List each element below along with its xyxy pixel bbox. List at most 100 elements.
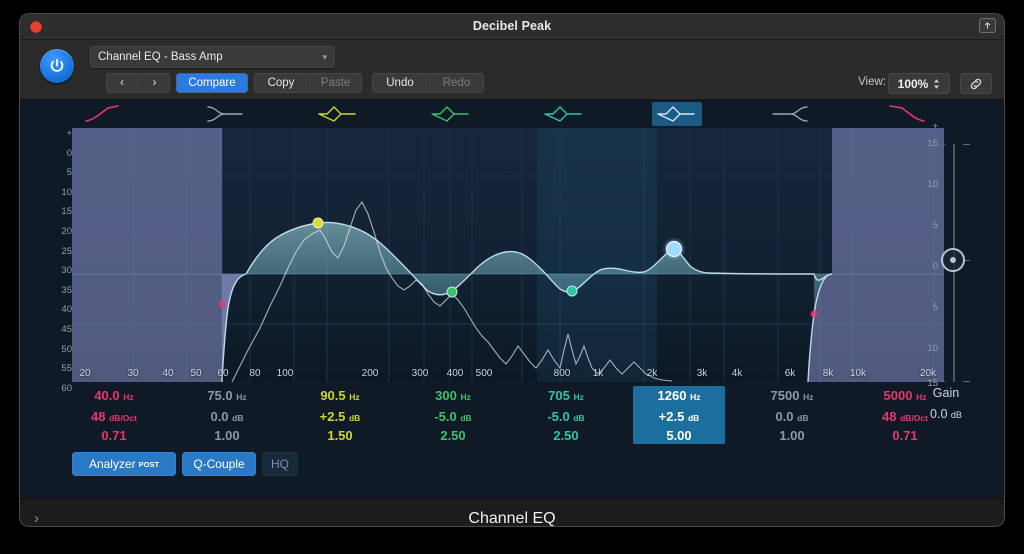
axis-tick: 0 — [66, 147, 72, 159]
band-freq-value: 90.5 — [320, 388, 346, 403]
window-title: Decibel Peak — [472, 19, 552, 33]
band-gain-value: 0.0 — [775, 409, 794, 424]
band-gain-unit: dB/Oct — [109, 413, 137, 423]
preset-prev-button[interactable]: ‹ — [106, 73, 138, 93]
preset-next-button[interactable]: › — [138, 73, 170, 93]
link-icon[interactable] — [960, 73, 992, 94]
compare-button[interactable]: Compare — [176, 73, 248, 93]
band-q-value: 2.50 — [440, 428, 466, 443]
freq-tick: 400 — [446, 368, 464, 379]
band-freq-unit: Hz — [803, 392, 814, 402]
view-zoom-select[interactable]: 100% — [888, 73, 950, 94]
axis-tick: 20 — [61, 225, 72, 237]
chevron-down-icon: ▾ — [322, 51, 327, 62]
stepper-updown-icon — [934, 78, 940, 89]
freq-tick: 300 — [411, 368, 429, 379]
band-freq-value: 1260 — [657, 388, 687, 403]
band-gain-unit: dB — [687, 413, 700, 423]
band-freq-value: 7500 — [770, 388, 800, 403]
band-params-3[interactable]: 90.5 Hz +2.5 dB 1.50 — [294, 386, 386, 444]
freq-tick: 3k — [696, 368, 708, 379]
band-q-value: 1.00 — [779, 428, 805, 443]
master-gain-label: Gain — [932, 386, 960, 400]
q-couple-toggle[interactable]: Q-Couple — [182, 452, 256, 476]
band-gain-unit: dB — [460, 413, 472, 423]
band-handle-lowpass[interactable] — [810, 310, 818, 318]
eq-curve-plot[interactable] — [72, 128, 944, 382]
freq-tick: 80 — [249, 368, 261, 379]
band-freq-unit: Hz — [236, 392, 247, 402]
axis-tick: 10 — [61, 186, 72, 198]
band-gain-unit: dB — [573, 413, 585, 423]
band-gain-unit: dB — [797, 413, 809, 423]
band-params-2[interactable]: 75.0 Hz 0.0 dB 1.00 — [181, 386, 273, 444]
band-q-value: 1.00 — [214, 428, 240, 443]
selected-band-highlight — [537, 128, 657, 382]
band-params-1[interactable]: 40.0 Hz 48 dB/Oct 0.71 — [68, 386, 160, 444]
band-gain-value: -5.0 — [547, 409, 570, 424]
preset-dropdown[interactable]: Channel EQ - Bass Amp ▾ — [90, 46, 335, 68]
band-freq-unit: Hz — [573, 392, 584, 402]
paste-button[interactable]: Paste — [308, 73, 362, 93]
master-gain-value: 0.0 — [930, 407, 948, 421]
axis-tick: + — [66, 128, 72, 139]
band-q-value: 2.50 — [553, 428, 579, 443]
undo-button[interactable]: Undo — [372, 73, 428, 93]
freq-tick: 50 — [190, 368, 202, 379]
plugin-toolbar: Channel EQ - Bass Amp ▾ ‹ › Compare Copy… — [20, 40, 1004, 100]
slider-tick — [938, 144, 945, 145]
freq-tick: 500 — [475, 368, 493, 379]
power-icon[interactable] — [40, 49, 74, 83]
axis-tick: 15 — [61, 206, 72, 218]
master-gain-slider[interactable] — [934, 124, 974, 382]
band-freq-value: 705 — [548, 388, 570, 403]
band-gain-value: 48 — [91, 409, 106, 424]
analyzer-db-axis: + 0 5 10 15 20 25 30 35 40 45 50 55 60 — [48, 124, 72, 398]
band-params-4[interactable]: 300 Hz -5.0 dB 2.50 — [407, 386, 499, 444]
copy-button[interactable]: Copy — [254, 73, 308, 93]
slider-knob[interactable] — [941, 248, 965, 272]
redo-button[interactable]: Redo — [428, 73, 484, 93]
analyzer-label: Analyzer — [88, 457, 136, 471]
axis-tick: 5 — [66, 167, 72, 179]
band-freq-unit: Hz — [690, 392, 701, 402]
freq-tick: 200 — [361, 368, 379, 379]
chevron-right-icon[interactable]: › — [34, 510, 39, 526]
band-params-5[interactable]: 705 Hz -5.0 dB 2.50 — [520, 386, 612, 444]
band-gain-value: 48 — [882, 409, 897, 424]
band-params-7[interactable]: 7500 Hz 0.0 dB 1.00 — [746, 386, 838, 444]
band-params-6-selected[interactable]: 1260 Hz +2.5 dB 5.00 — [633, 386, 725, 444]
link-glyph — [970, 78, 982, 89]
plugin-name: Channel EQ — [468, 509, 556, 527]
axis-tick: 35 — [61, 284, 72, 296]
master-gain-readout[interactable]: Gain 0.0 dB — [908, 382, 984, 425]
band-q-value: 0.71 — [101, 428, 127, 443]
band-gain-value: -5.0 — [434, 409, 457, 424]
freq-tick: 10k — [849, 368, 867, 379]
freq-tick: 40 — [162, 368, 174, 379]
band-q-value: 1.50 — [327, 428, 353, 443]
freq-tick: 60 — [217, 368, 229, 379]
band-gain-unit: dB — [232, 413, 244, 423]
band-q-value: 0.71 — [892, 428, 918, 443]
preset-label: Channel EQ - Bass Amp — [98, 51, 223, 63]
axis-tick: 25 — [61, 245, 72, 257]
axis-tick: 50 — [61, 343, 72, 355]
band-gain-value: 0.0 — [210, 409, 229, 424]
plugin-window: Decibel Peak Channel EQ - Bass Amp ▾ ‹ ›… — [20, 14, 1004, 526]
band-freq-value: 75.0 — [207, 388, 233, 403]
band-handle-bell-4-selected[interactable] — [665, 240, 683, 258]
freq-tick: 800 — [553, 368, 571, 379]
band-handle-bell-1[interactable] — [312, 217, 324, 229]
analyzer-toggle[interactable]: Analyzer POST — [72, 452, 176, 476]
freq-tick: 2k — [646, 368, 658, 379]
band-gain-value: +2.5 — [319, 409, 346, 424]
band-handle-bell-2[interactable] — [446, 286, 458, 298]
expand-icon[interactable] — [979, 18, 996, 33]
freq-tick: 4k — [731, 368, 743, 379]
hq-toggle[interactable]: HQ — [262, 452, 298, 476]
band-gain-value: +2.5 — [658, 409, 685, 424]
band-handle-bell-3[interactable] — [566, 285, 578, 297]
power-glyph — [50, 58, 64, 72]
band-handle-highpass[interactable] — [218, 300, 226, 308]
